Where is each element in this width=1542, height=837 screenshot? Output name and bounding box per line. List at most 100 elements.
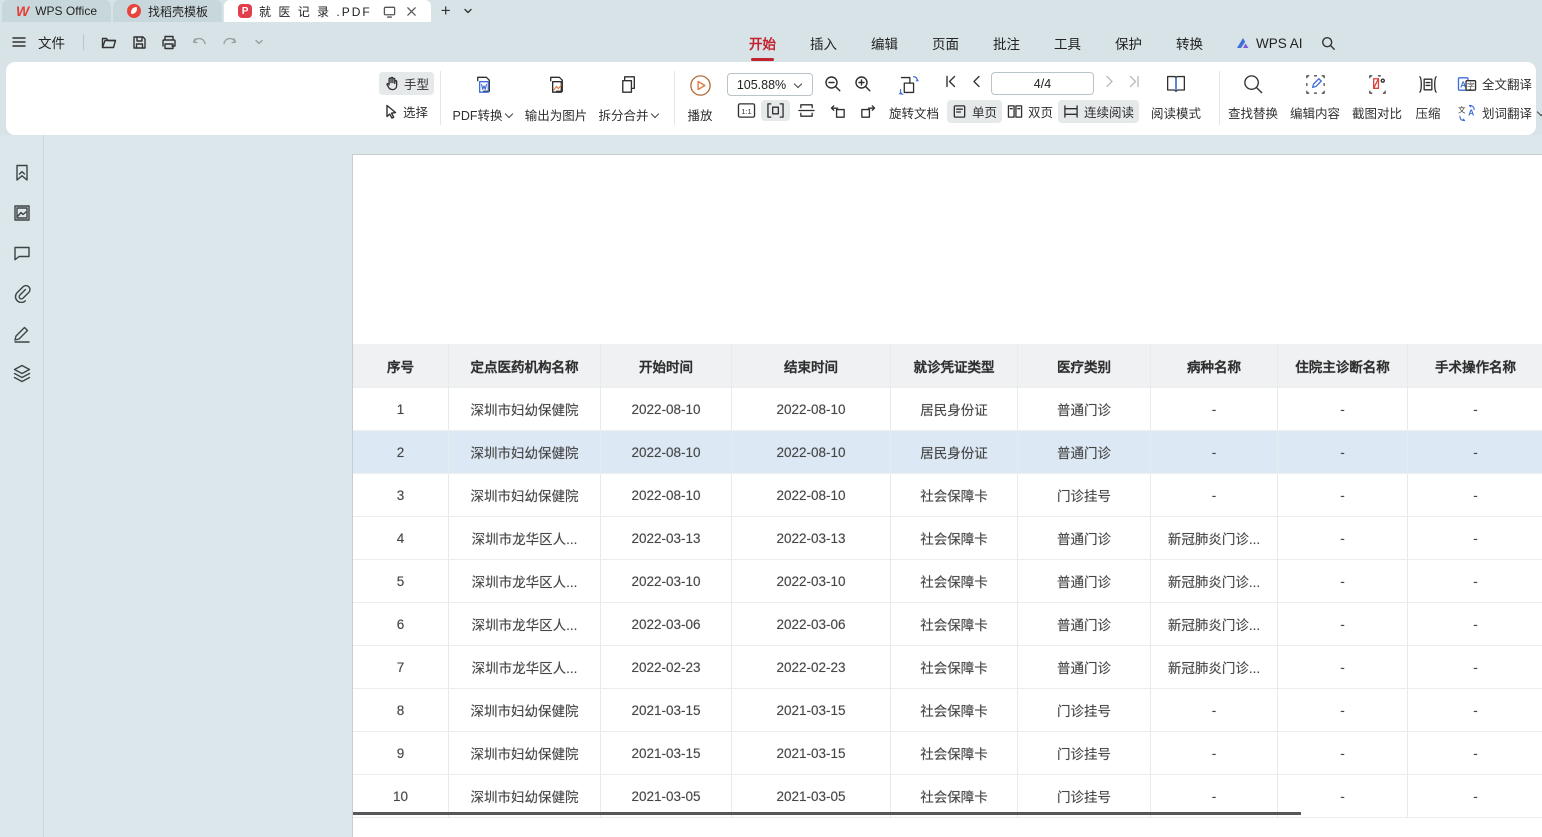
menu-item-tools[interactable]: 工具 — [1044, 30, 1091, 56]
compress-button[interactable]: 压缩 — [1408, 73, 1448, 122]
edit-content-button[interactable]: 编辑内容 — [1284, 73, 1346, 122]
table-row[interactable]: 4深圳市龙华区人...2022-03-132022-03-13社会保障卡普通门诊… — [353, 517, 1542, 560]
last-page-icon[interactable] — [1124, 71, 1144, 91]
first-page-icon[interactable] — [940, 71, 960, 91]
rotate-right-icon[interactable] — [853, 100, 883, 122]
tab-docer[interactable]: 找稻壳模板 — [113, 0, 222, 22]
print-icon[interactable] — [158, 31, 180, 53]
layers-icon[interactable] — [12, 363, 32, 383]
pdf-file-icon: P — [238, 4, 252, 18]
zoom-level-select[interactable]: 105.88% — [727, 73, 813, 96]
page-number-input[interactable]: 4/4 — [991, 72, 1094, 95]
hand-tool-button[interactable]: 手型 — [379, 72, 434, 95]
undo-icon[interactable] — [188, 31, 210, 53]
fit-width-icon[interactable] — [761, 100, 790, 121]
tab-label: WPS Office — [35, 4, 97, 18]
menu-item-insert[interactable]: 插入 — [800, 30, 847, 56]
table-row[interactable]: 7深圳市龙华区人...2022-02-232022-02-23社会保障卡普通门诊… — [353, 646, 1542, 689]
menu-item-comment[interactable]: 批注 — [983, 30, 1030, 56]
menu-item-page[interactable]: 页面 — [922, 30, 969, 56]
tab-list-chevron[interactable] — [459, 0, 477, 22]
menu-item-protect[interactable]: 保护 — [1105, 30, 1152, 56]
table-cell: 社会保障卡 — [891, 646, 1018, 689]
zoom-out-button[interactable] — [819, 73, 847, 95]
full-translate-button[interactable]: A字 全文翻译 — [1452, 72, 1537, 95]
table-cell: 新冠肺炎门诊... — [1151, 560, 1278, 603]
play-button[interactable]: 播放 — [682, 73, 718, 124]
find-replace-button[interactable]: 查找替换 — [1222, 73, 1284, 122]
table-cell: 3 — [353, 474, 449, 517]
ribbon-toolbar: 手型 选择 PDF转换 输出为图片 拆分合并 播放 105.88% — [6, 62, 1536, 135]
double-page-icon — [1007, 104, 1023, 119]
table-horizontal-scrollbar[interactable] — [353, 812, 1301, 815]
table-cell: - — [1278, 603, 1408, 646]
table-cell: 2022-03-06 — [601, 603, 732, 646]
medical-records-table: 序号定点医药机构名称开始时间结束时间就诊凭证类型医疗类别病种名称住院主诊断名称手… — [353, 344, 1542, 818]
table-row[interactable]: 9深圳市妇幼保健院2021-03-152021-03-15社会保障卡门诊挂号--… — [353, 732, 1542, 775]
search-icon[interactable] — [1321, 36, 1336, 51]
table-cell: - — [1408, 689, 1542, 732]
table-cell: 深圳市龙华区人... — [449, 560, 601, 603]
menu-item-edit[interactable]: 编辑 — [861, 30, 908, 56]
tab-document-pdf[interactable]: P 就 医 记 录 .PDF — [224, 0, 431, 22]
table-cell: - — [1408, 603, 1542, 646]
bookmark-icon[interactable] — [12, 163, 32, 183]
export-image-button[interactable]: 输出为图片 — [521, 73, 591, 124]
table-cell: - — [1408, 431, 1542, 474]
table-row[interactable]: 1深圳市妇幼保健院2022-08-102022-08-10居民身份证普通门诊--… — [353, 388, 1542, 431]
new-tab-button[interactable]: + — [433, 0, 459, 22]
signature-icon[interactable] — [12, 323, 32, 343]
table-cell: 2022-03-13 — [601, 517, 732, 560]
table-cell: 社会保障卡 — [891, 560, 1018, 603]
table-cell: - — [1278, 388, 1408, 431]
continuous-read-button[interactable]: 连续阅读 — [1058, 100, 1139, 123]
pdf-page[interactable]: 序号定点医药机构名称开始时间结束时间就诊凭证类型医疗类别病种名称住院主诊断名称手… — [352, 154, 1542, 837]
close-icon[interactable] — [406, 6, 417, 17]
chevron-down-icon[interactable] — [248, 31, 270, 53]
rotate-doc-icon[interactable] — [890, 70, 926, 100]
table-cell: - — [1408, 517, 1542, 560]
next-page-icon[interactable] — [1100, 71, 1120, 91]
save-icon[interactable] — [128, 31, 150, 53]
read-mode-button[interactable]: 阅读模式 — [1146, 101, 1206, 124]
rotate-left-icon[interactable] — [823, 100, 853, 122]
pdf-convert-button[interactable]: PDF转换 — [449, 73, 517, 124]
comment-icon[interactable] — [12, 243, 32, 263]
single-page-button[interactable]: 单页 — [947, 100, 1002, 123]
read-mode-icon[interactable] — [1158, 69, 1194, 99]
fit-page-icon[interactable] — [792, 100, 821, 121]
header-cell: 就诊凭证类型 — [891, 344, 1018, 388]
attachment-icon[interactable] — [12, 283, 32, 303]
open-folder-icon[interactable] — [98, 31, 120, 53]
table-row[interactable]: 8深圳市妇幼保健院2021-03-152021-03-15社会保障卡门诊挂号--… — [353, 689, 1542, 732]
table-cell: 普通门诊 — [1018, 388, 1151, 431]
menu-item-convert[interactable]: 转换 — [1166, 30, 1213, 56]
tab-wps-home[interactable]: W WPS Office — [2, 0, 111, 22]
table-cell: 2021-03-15 — [732, 689, 891, 732]
table-cell: - — [1151, 732, 1278, 775]
prev-page-icon[interactable] — [966, 71, 986, 91]
hamburger-icon[interactable] — [8, 31, 30, 53]
table-cell: 2022-03-10 — [601, 560, 732, 603]
select-tool-button[interactable]: 选择 — [379, 100, 433, 123]
table-cell: - — [1278, 474, 1408, 517]
monitor-icon[interactable] — [383, 5, 396, 18]
table-row[interactable]: 5深圳市龙华区人...2022-03-102022-03-10社会保障卡普通门诊… — [353, 560, 1542, 603]
redo-icon[interactable] — [218, 31, 240, 53]
table-row[interactable]: 3深圳市妇幼保健院2022-08-102022-08-10社会保障卡门诊挂号--… — [353, 474, 1542, 517]
wps-ai-menu[interactable]: WPS AI — [1236, 36, 1303, 51]
table-cell: 深圳市妇幼保健院 — [449, 388, 601, 431]
split-merge-button[interactable]: 拆分合并 — [594, 73, 664, 124]
zoom-in-button[interactable] — [849, 73, 877, 95]
thumbnail-icon[interactable] — [12, 203, 32, 223]
play-icon — [688, 73, 713, 98]
menu-item-home[interactable]: 开始 — [739, 30, 786, 56]
table-row[interactable]: 2深圳市妇幼保健院2022-08-102022-08-10居民身份证普通门诊--… — [353, 431, 1542, 474]
table-row[interactable]: 6深圳市龙华区人...2022-03-062022-03-06社会保障卡普通门诊… — [353, 603, 1542, 646]
wps-window: W WPS Office 找稻壳模板 P 就 医 记 录 .PDF + 文件 — [0, 0, 1542, 837]
word-translate-button[interactable]: 文A 划词翻译 — [1452, 101, 1542, 124]
rotate-doc-button[interactable]: 旋转文档 — [884, 101, 944, 124]
actual-size-icon[interactable]: 1:1 — [732, 100, 761, 121]
screenshot-compare-button[interactable]: 截图对比 — [1346, 73, 1408, 122]
file-menu[interactable]: 文件 — [38, 32, 65, 52]
